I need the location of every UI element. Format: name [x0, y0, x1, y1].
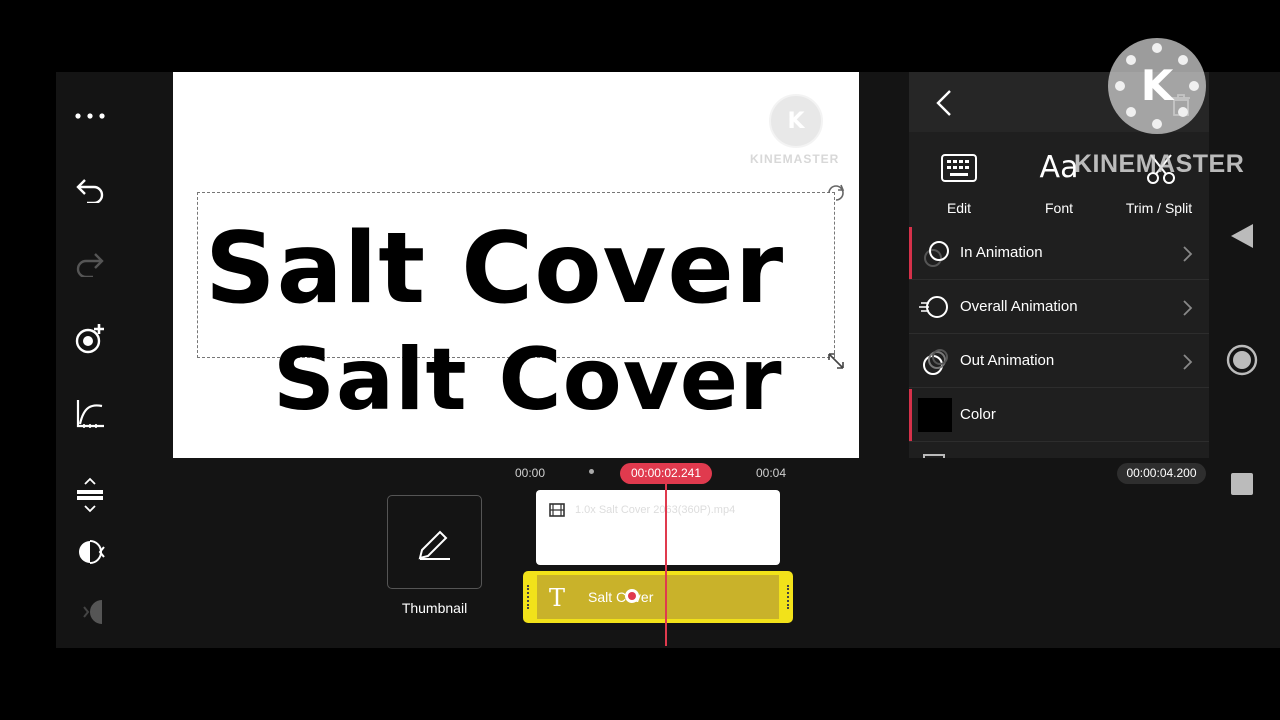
- menu-item-overall-animation[interactable]: Overall Animation: [909, 281, 1209, 334]
- edit-label: Edit: [946, 200, 972, 216]
- android-home-button[interactable]: [1226, 344, 1258, 381]
- more-dots-icon: [75, 113, 105, 119]
- preview-title-line1: Salt Cover: [205, 212, 785, 326]
- font-label: Font: [1044, 200, 1073, 216]
- disabled-rail-button[interactable]: [60, 588, 128, 636]
- menu-item-label: In Animation: [960, 244, 1043, 261]
- svg-text:K: K: [1141, 61, 1175, 110]
- rotate-handle[interactable]: [825, 182, 847, 209]
- menu-item-color[interactable]: Color: [909, 389, 1209, 442]
- chevron-right-icon: [1183, 300, 1193, 316]
- circle-home-icon: [1226, 344, 1258, 376]
- android-back-button[interactable]: [1229, 222, 1255, 255]
- text-clip-label: Salt Cover: [588, 589, 654, 605]
- add-keyframe-button[interactable]: [56, 315, 124, 363]
- out-animation-icon: [923, 349, 948, 375]
- half-circle-arrows-icon: [79, 540, 105, 564]
- keyboard-icon: [941, 154, 977, 182]
- menu-item-label: Color: [960, 406, 996, 423]
- next-item-icon-peek: [923, 454, 945, 458]
- keyframe-marker[interactable]: [625, 589, 639, 603]
- timeline-start-time: 00:00: [515, 466, 546, 480]
- thumbnail-button[interactable]: [387, 495, 482, 589]
- selection-indicator: [909, 227, 912, 279]
- playhead-line[interactable]: [665, 484, 667, 646]
- text-t-icon: T: [549, 584, 566, 612]
- rotate-icon: [828, 184, 845, 201]
- video-clip-filename: 1.0x Salt Cover 2063(360P).mp4: [575, 504, 736, 516]
- undo-icon: [76, 179, 104, 203]
- edit-text-button[interactable]: Edit: [909, 148, 1009, 228]
- chevron-left-icon: [936, 90, 951, 116]
- expand-tracks-icon: [77, 477, 103, 513]
- kinemaster-watermark-text: KINEMASTER: [750, 152, 840, 166]
- in-animation-icon: [924, 241, 949, 267]
- chevron-right-icon: [1183, 246, 1193, 262]
- film-icon: [549, 503, 565, 517]
- overall-animation-icon: [919, 296, 948, 318]
- timeline-tick-dot: [589, 469, 594, 474]
- redo-icon: [76, 253, 104, 277]
- timeline-mark-time: 00:04: [756, 466, 787, 480]
- undo-button[interactable]: [56, 166, 124, 214]
- curve-editor-button[interactable]: [56, 390, 124, 438]
- track-height-button[interactable]: [56, 470, 124, 518]
- menu-item-out-animation[interactable]: Out Animation: [909, 335, 1209, 388]
- keyframe-add-icon: [75, 324, 104, 354]
- curve-graph-icon: [76, 400, 104, 428]
- trim-split-label: Trim / Split: [1125, 200, 1193, 216]
- trim-handle-right[interactable]: [783, 585, 789, 609]
- pencil-icon: [418, 530, 450, 560]
- video-preview[interactable]: K KINEMASTER Salt Cover Salt Cover: [173, 72, 859, 458]
- text-clip-selected[interactable]: T Salt Cover: [523, 571, 793, 623]
- kinemaster-logo-watermark: K: [1108, 38, 1206, 134]
- kinemaster-text-watermark: KINEMASTER: [1074, 150, 1245, 178]
- trim-handle-left[interactable]: [527, 585, 533, 609]
- kinemaster-watermark-logo: K: [769, 94, 823, 148]
- total-duration-badge: 00:00:04.200: [1117, 463, 1206, 484]
- menu-item-in-animation[interactable]: In Animation: [909, 227, 1209, 280]
- redo-button[interactable]: [56, 240, 124, 288]
- half-circle-dim-icon: [83, 600, 103, 624]
- color-swatch: [918, 398, 952, 432]
- resize-handle[interactable]: [825, 350, 847, 377]
- back-button[interactable]: [933, 88, 955, 123]
- video-clip[interactable]: 1.0x Salt Cover 2063(360P).mp4: [536, 490, 780, 565]
- preview-title-line2: Salt Cover: [273, 330, 783, 430]
- triangle-back-icon: [1231, 224, 1253, 248]
- chevron-right-icon: [1183, 354, 1193, 370]
- selection-indicator: [909, 389, 912, 441]
- android-recents-button[interactable]: [1231, 473, 1253, 495]
- menu-item-label: Out Animation: [960, 352, 1055, 369]
- playhead-time-badge: 00:00:02.241: [620, 463, 712, 484]
- audio-split-button[interactable]: [60, 528, 128, 576]
- resize-diagonal-icon: [828, 353, 844, 369]
- menu-item-label: Overall Animation: [960, 298, 1078, 315]
- thumbnail-label: Thumbnail: [401, 600, 468, 616]
- svg-text:K: K: [787, 109, 805, 134]
- more-options-button[interactable]: [56, 92, 124, 140]
- text-clip-body: T Salt Cover: [537, 575, 779, 619]
